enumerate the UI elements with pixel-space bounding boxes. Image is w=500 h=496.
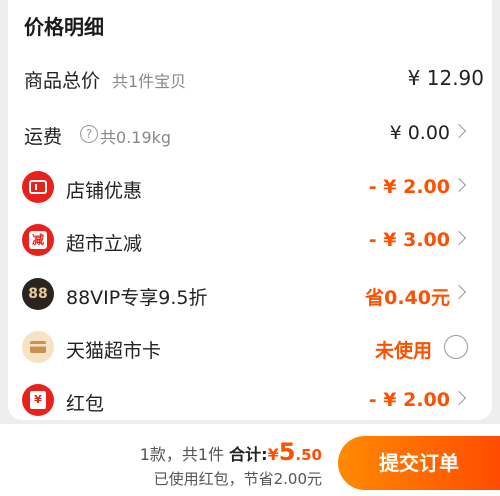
reduce-icon: 减: [22, 224, 54, 256]
submit-order-button[interactable]: 提交订单: [338, 436, 500, 490]
tmall-card-radio[interactable]: [444, 335, 468, 359]
tmall-card-status: 未使用: [374, 340, 432, 362]
red-packet-icon-text: ¥: [30, 391, 46, 409]
red-packet-value: - ¥ 2.00: [368, 389, 450, 411]
red-packet-icon: ¥: [22, 384, 54, 416]
saving-note: 已使用红包，节省2.00元: [153, 470, 322, 488]
chevron-right-icon: [451, 123, 467, 139]
goods-count: 共1件宝贝: [112, 72, 187, 91]
total-decimal: .50: [295, 446, 322, 464]
vip-discount-row[interactable]: 88 88VIP专享9.5折 省0.40元: [8, 275, 492, 315]
shipping-row[interactable]: 运费 ? 共0.19kg ¥ 0.00: [8, 114, 492, 154]
chevron-right-icon: [451, 177, 467, 193]
shipping-weight: 共0.19kg: [100, 128, 172, 147]
chevron-right-icon: [451, 230, 467, 246]
vip-icon-text: 88: [28, 286, 48, 302]
checkout-bar: 1款，共1件 合计:¥5.50 已使用红包，节省2.00元 提交订单: [0, 424, 500, 496]
goods-total-label: 商品总价: [24, 70, 101, 92]
ticket-icon: [22, 171, 54, 203]
vip-discount-value: 省0.40元: [365, 287, 450, 309]
goods-total-row: 商品总价 共1件宝贝 ¥ 12.90: [8, 58, 492, 98]
tmall-card-row[interactable]: 天猫超市卡 未使用: [8, 328, 492, 368]
shop-discount-label: 店铺优惠: [66, 180, 143, 202]
chevron-right-icon: [451, 390, 467, 406]
total-line: 1款，共1件 合计:¥5.50: [140, 438, 322, 466]
goods-total-value: ¥ 12.90: [407, 66, 484, 90]
shipping-label: 运费: [24, 126, 63, 148]
total-currency: ¥: [267, 445, 279, 464]
total-integer: 5: [278, 438, 296, 466]
market-discount-label: 超市立减: [66, 233, 143, 255]
red-packet-label: 红包: [66, 393, 105, 415]
vip-88-icon: 88: [22, 278, 54, 310]
card-icon: [22, 331, 54, 363]
red-packet-row[interactable]: ¥ 红包 - ¥ 2.00: [8, 381, 492, 421]
tmall-card-label: 天猫超市卡: [66, 340, 162, 362]
shop-discount-value: - ¥ 2.00: [368, 176, 450, 198]
help-icon[interactable]: ?: [80, 125, 98, 143]
market-discount-value: - ¥ 3.00: [368, 229, 450, 251]
vip-discount-label: 88VIP专享9.5折: [66, 287, 208, 309]
shipping-value: ¥ 0.00: [389, 122, 450, 144]
section-title: 价格明细: [24, 15, 104, 39]
market-discount-row[interactable]: 减 超市立减 - ¥ 3.00: [8, 221, 492, 261]
total-label: 合计:: [229, 445, 268, 464]
item-count: 1款，共1件: [139, 445, 225, 464]
reduce-icon-text: 减: [29, 231, 47, 249]
chevron-right-icon: [451, 284, 467, 300]
price-detail-card: 价格明细 商品总价 共1件宝贝 ¥ 12.90 运费 ? 共0.19kg ¥ 0…: [8, 0, 492, 420]
shop-discount-row[interactable]: 店铺优惠 - ¥ 2.00: [8, 168, 492, 208]
